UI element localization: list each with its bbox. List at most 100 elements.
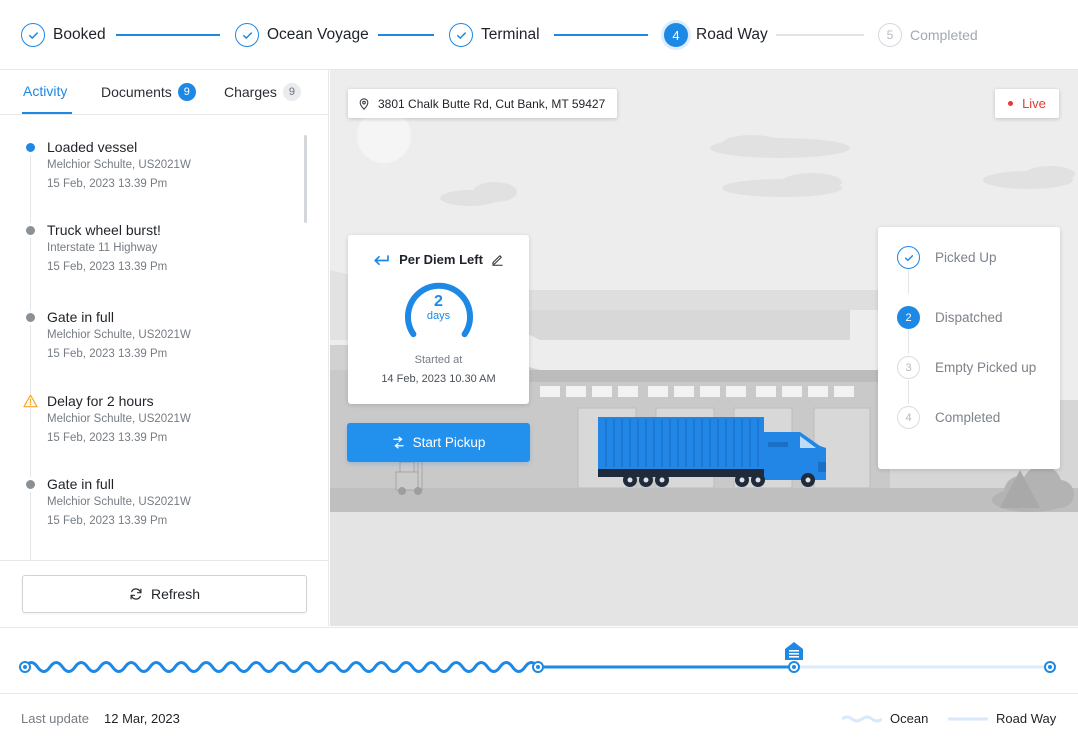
tab-activity[interactable]: Activity [23,83,67,99]
panel-tabs: Activity Documents 9 Charges 9 [0,70,329,115]
live-badge[interactable]: Live [995,89,1059,118]
tab-documents[interactable]: Documents 9 [101,83,196,101]
refresh-label: Refresh [150,586,201,602]
status-picked-up[interactable]: Picked Up [897,246,997,269]
list-item[interactable]: Delay for 2 hours Melchior Schulte, US20… [22,392,292,448]
scrollbar[interactable] [304,135,307,223]
route-progress-graphic [19,642,1056,673]
step-number: 4 [664,23,688,47]
tab-label: Charges [224,84,277,100]
count-badge: 9 [282,83,301,101]
live-label: Live [1022,96,1046,111]
step-connector [776,34,864,36]
tab-charges[interactable]: Charges 9 [224,83,301,101]
step-label: Ocean Voyage [267,26,369,43]
list-item[interactable]: Gate in full Melchior Schulte, US2021W 1… [22,475,292,531]
edit-icon[interactable] [491,253,504,266]
list-item[interactable]: Gate in full Melchior Schulte, US2021W 1… [22,308,292,364]
status-number: 4 [897,406,920,429]
event-time: 15 Feb, 2023 13.39 Pm [47,261,168,273]
address-text: 3801 Chalk Butte Rd, Cut Bank, MT 59427 [378,96,606,111]
count-badge: 9 [177,83,196,101]
event-subtitle: Melchior Schulte, US2021W [47,159,191,171]
legend-ocean-label: Ocean [890,711,929,726]
started-label: Started at [414,354,463,366]
per-diem-title: Per Diem Left [399,252,483,267]
start-pickup-label: Start Pickup [412,435,486,450]
event-time: 15 Feb, 2023 13.39 Pm [47,348,168,360]
check-icon [235,23,259,47]
event-dot [26,143,35,152]
footer-bar: Last update 12 Mar, 2023 Ocean Road Way [0,694,1078,742]
last-update-label: Last update [21,711,89,726]
warning-icon [23,394,38,408]
location-pin-icon [359,97,369,110]
step-number: 5 [878,23,902,47]
road-status-card: Picked Up 2 Dispatched 3 Empty Picked up… [878,227,1060,469]
legend-ocean: Ocean [842,711,928,726]
started-date: 14 Feb, 2023 10.30 AM [381,373,496,385]
tab-active-indicator [22,112,72,114]
status-connector [908,380,909,404]
list-item[interactable]: Truck wheel burst! Interstate 11 Highway… [22,221,292,277]
status-connector [908,330,909,354]
return-arrow-icon[interactable] [373,253,389,267]
step-label: Terminal [481,26,540,43]
event-title: Loaded vessel [47,139,138,155]
route-node [788,661,800,673]
shipment-stepper: Booked Ocean Voyage Terminal 4 Road Way … [0,0,1078,70]
step-label: Booked [53,26,106,43]
event-dot [26,226,35,235]
refresh-icon [130,588,142,600]
step-label: Completed [910,27,978,43]
event-subtitle: Melchior Schulte, US2021W [47,329,191,341]
step-completed[interactable]: 5 Completed [878,22,978,48]
event-dot [26,480,35,489]
step-label: Road Way [696,26,768,43]
list-item[interactable]: Loaded vessel Melchior Schulte, US2021W … [22,138,292,194]
event-title: Gate in full [47,476,114,492]
event-title: Gate in full [47,309,114,325]
step-booked[interactable]: Booked [21,22,106,48]
status-connector [908,270,909,294]
ocean-wave-line [23,661,540,673]
status-number: 2 [897,306,920,329]
status-label: Empty Picked up [935,360,1037,375]
step-terminal[interactable]: Terminal [449,22,540,48]
event-title: Delay for 2 hours [47,393,154,409]
status-label: Dispatched [935,310,1003,325]
event-time: 15 Feb, 2023 13.39 Pm [47,432,168,444]
event-dot [26,313,35,322]
route-node [1044,661,1056,673]
status-number: 3 [897,356,920,379]
status-empty-picked-up[interactable]: 3 Empty Picked up [897,356,1036,379]
step-connector [378,34,434,36]
check-icon [21,23,45,47]
status-label: Completed [935,410,1001,425]
start-pickup-button[interactable]: Start Pickup [347,423,530,462]
road-legend-icon [948,717,988,720]
address-pill[interactable]: 3801 Chalk Butte Rd, Cut Bank, MT 59427 [348,89,618,118]
pickup-icon [392,436,404,449]
route-node [19,661,31,673]
status-completed[interactable]: 4 Completed [897,406,1000,429]
route-progress-track [0,627,1078,694]
step-road-way[interactable]: 4 Road Way [664,22,768,48]
refresh-footer: Refresh [0,560,329,626]
per-diem-header: Per Diem Left [348,252,529,267]
status-dispatched[interactable]: 2 Dispatched [897,306,1003,329]
activity-timeline[interactable]: Loaded vessel Melchior Schulte, US2021W … [0,115,329,560]
per-diem-card: Per Diem Left 2 days Started at 14 Feb, … [348,235,529,404]
step-ocean-voyage[interactable]: Ocean Voyage [235,22,369,48]
step-connector [554,34,648,36]
tab-label: Activity [23,83,68,99]
event-subtitle: Melchior Schulte, US2021W [47,413,191,425]
last-update-value: 12 Mar, 2023 [104,711,180,726]
ocean-legend-icon [842,715,882,722]
refresh-button[interactable]: Refresh [22,575,307,613]
check-icon [449,23,473,47]
event-time: 15 Feb, 2023 13.39 Pm [47,515,168,527]
live-dot [1008,101,1014,106]
truck-marker-icon [785,642,803,660]
legend-road: Road Way [948,711,1056,726]
